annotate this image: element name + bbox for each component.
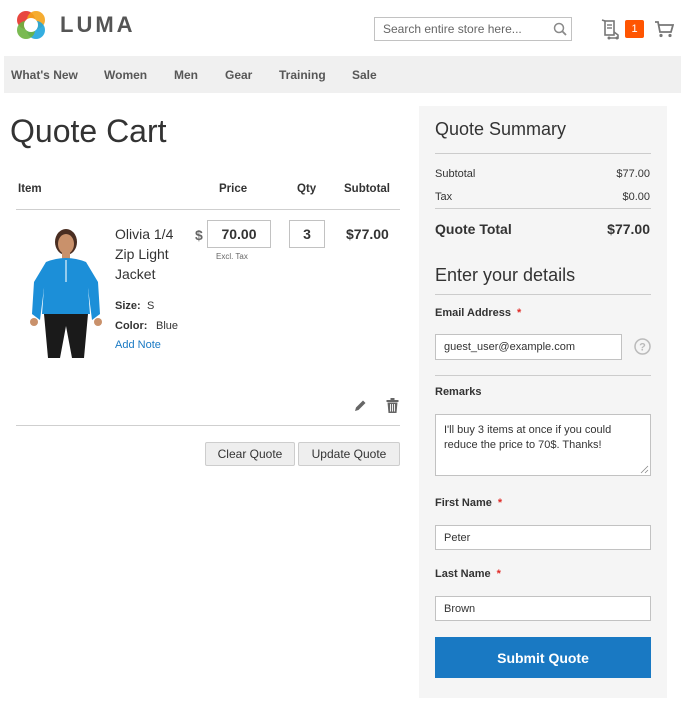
- subtotal-value: $77.00: [616, 168, 650, 180]
- table-bottom-divider: [16, 425, 400, 426]
- nav-item-gear[interactable]: Gear: [225, 68, 252, 82]
- required-mark: *: [497, 497, 503, 509]
- required-mark: *: [517, 307, 522, 319]
- total-divider: [435, 208, 651, 209]
- remarks-textarea[interactable]: I'll buy 3 items at once if you could re…: [435, 414, 651, 476]
- nav-item-men[interactable]: Men: [174, 68, 198, 82]
- option-label-color: Color:: [115, 320, 148, 332]
- option-value-size: S: [147, 300, 155, 312]
- first-name-label-text: First Name: [435, 497, 492, 509]
- column-header-price: Price: [219, 183, 248, 195]
- page-title: Quote Cart: [10, 113, 167, 149]
- nav-item-women[interactable]: Women: [104, 68, 147, 82]
- edit-pencil-icon[interactable]: [353, 399, 367, 413]
- option-value-color: Blue: [156, 320, 179, 332]
- search-icon[interactable]: [553, 22, 567, 36]
- quote-total-label: Quote Total: [435, 221, 512, 237]
- nav-item-sale[interactable]: Sale: [352, 68, 377, 82]
- quote-cart-icon[interactable]: [600, 18, 622, 40]
- email-label: Email Address *: [435, 307, 521, 319]
- resize-grip-icon[interactable]: [640, 465, 649, 474]
- details-title: Enter your details: [435, 265, 576, 285]
- email-label-text: Email Address: [435, 307, 512, 319]
- product-image[interactable]: [20, 222, 112, 360]
- submit-quote-button[interactable]: Submit Quote: [435, 637, 651, 678]
- quote-summary-title: Quote Summary: [435, 119, 567, 139]
- row-subtotal: $77.00: [346, 226, 389, 242]
- summary-divider: [435, 153, 651, 154]
- tax-label: Tax: [435, 191, 453, 203]
- subtotal-label: Subtotal: [435, 168, 476, 180]
- search-input[interactable]: [374, 17, 572, 41]
- svg-text:?: ?: [639, 342, 646, 354]
- tax-value: $0.00: [622, 191, 650, 203]
- price-input[interactable]: [207, 220, 271, 248]
- column-header-subtotal: Subtotal: [344, 183, 390, 195]
- logo-text[interactable]: LUMA: [60, 12, 136, 38]
- column-header-qty: Qty: [297, 183, 317, 195]
- luma-logo-icon[interactable]: [14, 8, 48, 42]
- column-header-item: Item: [18, 183, 42, 195]
- shopping-cart-icon[interactable]: [654, 20, 674, 38]
- excl-tax-label: Excl. Tax: [216, 252, 248, 261]
- product-name[interactable]: Olivia 1/4 Zip Light Jacket: [115, 224, 190, 284]
- nav-item-training[interactable]: Training: [279, 68, 326, 82]
- quote-total-value: $77.00: [607, 221, 650, 237]
- help-question-icon[interactable]: ?: [634, 338, 651, 355]
- last-name-label: Last Name *: [435, 568, 501, 580]
- first-name-field[interactable]: [435, 525, 651, 550]
- email-field[interactable]: [435, 334, 622, 360]
- remarks-divider: [435, 375, 651, 376]
- quote-count-badge: 1: [625, 20, 644, 38]
- qty-input[interactable]: [289, 220, 325, 248]
- nav-item-whats-new[interactable]: What's New: [11, 68, 78, 82]
- table-header-divider: [16, 209, 400, 210]
- clear-quote-button[interactable]: Clear Quote: [205, 442, 295, 466]
- last-name-label-text: Last Name: [435, 568, 491, 580]
- currency-symbol: $: [195, 227, 203, 243]
- first-name-label: First Name *: [435, 497, 502, 509]
- details-divider: [435, 294, 651, 295]
- required-mark: *: [496, 568, 501, 580]
- update-quote-button[interactable]: Update Quote: [298, 442, 400, 466]
- add-note-link[interactable]: Add Note: [115, 339, 161, 351]
- option-label-size: Size:: [115, 300, 141, 312]
- remarks-label: Remarks: [435, 386, 482, 398]
- trash-icon[interactable]: [386, 398, 399, 413]
- last-name-field[interactable]: [435, 596, 651, 621]
